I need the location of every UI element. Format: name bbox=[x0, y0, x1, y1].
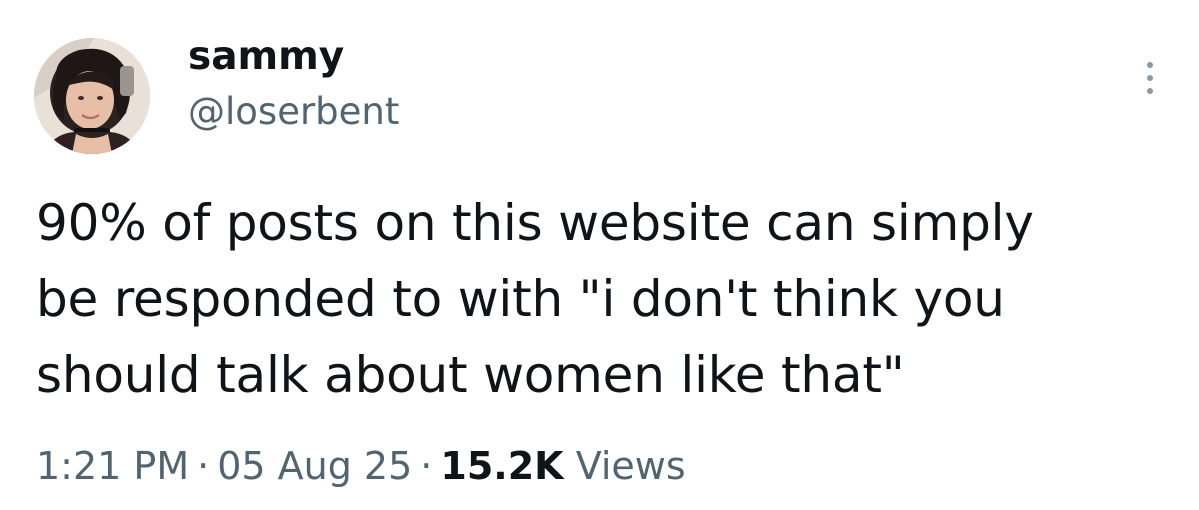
tweet-date[interactable]: 05 Aug 25 bbox=[217, 444, 412, 488]
tweet-card: sammy @loserbent 90% of posts on this we… bbox=[0, 0, 1199, 510]
meta-separator: · bbox=[197, 444, 210, 488]
tweet-metadata: 1:21 PM · 05 Aug 25 · 15.2K Views bbox=[36, 443, 686, 489]
author-display-name[interactable]: sammy bbox=[188, 34, 344, 80]
tweet-text: 90% of posts on this website can simply … bbox=[36, 185, 1166, 413]
tweet-time[interactable]: 1:21 PM bbox=[36, 444, 189, 488]
views-count[interactable]: 15.2K bbox=[440, 444, 563, 488]
avatar-image bbox=[34, 38, 150, 154]
tweet-text-line: 90% of posts on this website can simply bbox=[36, 194, 1034, 252]
tweet-text-line: should talk about women like that" bbox=[36, 346, 905, 404]
views-label: Views bbox=[575, 444, 686, 488]
tweet-text-line: be responded to with "i don't think you bbox=[36, 270, 1005, 328]
author-handle[interactable]: @loserbent bbox=[188, 90, 399, 134]
meta-separator: · bbox=[420, 444, 433, 488]
more-vertical-icon bbox=[1147, 62, 1153, 94]
avatar[interactable] bbox=[34, 38, 150, 154]
more-options-button[interactable] bbox=[1136, 52, 1164, 104]
